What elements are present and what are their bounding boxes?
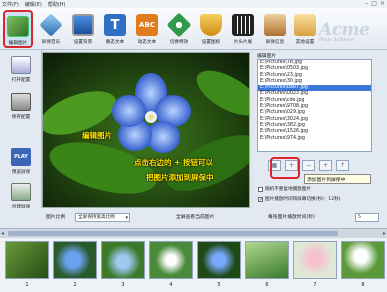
thumbnail[interactable] [293, 241, 337, 279]
scroll-thumb[interactable] [8, 231, 338, 236]
plus-all-icon: + [322, 162, 329, 169]
toolbar: 编辑图片 屏保音乐 设置背景 T 静态文本 ABC 动态文本 切换特效 设置图标… [0, 8, 387, 50]
info-icon [264, 14, 286, 36]
menu-file[interactable]: 文件(F) [2, 1, 19, 8]
thumbnail[interactable] [5, 241, 49, 279]
tool-edit-image[interactable]: 编辑图片 [3, 10, 33, 48]
thumbnail-strip: 1 2 3 4 5 6 7 8 [0, 238, 387, 292]
image-preview [42, 52, 250, 208]
window-controls: – □ × [365, 0, 385, 7]
move-up-button[interactable]: ↑ [336, 160, 349, 171]
annotation-edit: 编辑图片 [82, 131, 112, 140]
scroll-left-icon[interactable]: ◂ [1, 230, 4, 237]
play-icon: PLAY [11, 148, 31, 166]
per-image-time-label: 每张图片播放时间(秒) [268, 215, 315, 220]
thumbnail-number: 5 [217, 282, 221, 288]
tool-dynamic-text[interactable]: ABC 动态文本 [132, 10, 162, 48]
tool-transition[interactable]: 切换特效 [164, 10, 194, 48]
fullscreen-label[interactable]: 全屏查看当前图片 [176, 213, 214, 220]
option-duration[interactable]: ✓ 图片播放时间和屏幕切换(秒)：12秒) [258, 196, 341, 202]
folder-icon [294, 14, 316, 36]
tool-icon[interactable]: 设置图标 [196, 10, 226, 48]
shield-icon [200, 14, 222, 36]
open-icon [11, 56, 31, 74]
thumbnail[interactable] [53, 241, 97, 279]
save-config-button[interactable]: 保存配置 [5, 93, 37, 127]
minus-icon: − [305, 162, 312, 169]
annotation-hint-1: 点击右边的 + 按钮可以 [134, 158, 214, 167]
edit-image-icon [7, 16, 29, 37]
ratio-label: 图片比例 [46, 215, 66, 220]
list-item[interactable]: E:\Pictures\974.jpg [258, 136, 371, 142]
animated-text-icon: ABC [136, 14, 158, 36]
tool-settings[interactable]: 其他设置 [290, 10, 320, 48]
brand-logo: Acme Photo Software [319, 20, 370, 43]
highlight-frame [270, 157, 300, 179]
tool-static-text[interactable]: T 静态文本 [100, 10, 130, 48]
thumbnail[interactable] [341, 241, 385, 279]
menu-bar: 文件(F) 编辑(E) 帮助(H) [0, 0, 387, 8]
transition-icon [166, 12, 192, 38]
film-icon [232, 14, 254, 36]
thumbnail-number: 4 [169, 282, 173, 288]
scroll-right-icon[interactable]: ▸ [383, 230, 386, 237]
file-list[interactable]: E:\Pictures\7b.jpg E:\Pictures\0503.jpg … [257, 59, 372, 152]
option-random[interactable]: 随机不重复地播放图片 [258, 186, 311, 192]
save-icon [11, 93, 31, 111]
menu-edit[interactable]: 编辑(E) [25, 1, 42, 8]
thumbnail[interactable] [101, 241, 145, 279]
remove-button[interactable]: − [302, 160, 315, 171]
monitor-icon [72, 14, 94, 36]
thumbnail[interactable] [149, 241, 193, 279]
maximize-icon[interactable]: □ [371, 0, 377, 7]
ratio-select[interactable]: 全屏保持宽高比例 [75, 213, 130, 222]
tool-info[interactable]: 屏保信息 [260, 10, 290, 48]
thumbnail-scrollbar[interactable]: ◂ ▸ [0, 228, 387, 238]
music-icon [39, 13, 63, 37]
thumbnail-number: 2 [73, 282, 77, 288]
panel-title: 编辑图片 [257, 54, 277, 59]
tooltip: 添加图片到屏保中 [304, 174, 371, 184]
tool-background[interactable]: 设置背景 [68, 10, 98, 48]
thumbnail-number: 8 [361, 282, 365, 288]
checkbox[interactable] [258, 186, 263, 192]
tool-intro-outro[interactable]: 片头片尾 [228, 10, 258, 48]
text-icon: T [104, 14, 126, 36]
thumbnail[interactable] [245, 241, 289, 279]
thumbnail-number: 1 [25, 282, 29, 288]
time-select[interactable]: 5 [355, 213, 379, 222]
checkbox-checked[interactable]: ✓ [258, 196, 263, 202]
create-icon [11, 183, 31, 201]
options-row: 图片比例 全屏查看当前图片 每张图片播放时间(秒) [0, 208, 387, 228]
preview-button[interactable]: PLAY 预览屏保 [5, 148, 37, 182]
left-panel: 打开配置 保存配置 PLAY 预览屏保 创建屏保 [0, 50, 42, 228]
open-config-button[interactable]: 打开配置 [5, 56, 37, 90]
thumbnail-number: 3 [121, 282, 125, 288]
add-all-button[interactable]: + [319, 160, 332, 171]
annotation-hint-2: 把图片添加到屏保中 [146, 173, 214, 182]
arrow-up-icon: ↑ [339, 162, 346, 169]
thumbnail-number: 6 [265, 282, 269, 288]
flower-photo [43, 53, 249, 207]
tool-music[interactable]: 屏保音乐 [36, 10, 66, 48]
thumbnail[interactable] [197, 241, 241, 279]
thumbnail-number: 7 [313, 282, 317, 288]
close-icon[interactable]: × [380, 0, 385, 7]
menu-help[interactable]: 帮助(H) [48, 1, 66, 8]
minimize-icon[interactable]: – [365, 0, 368, 7]
